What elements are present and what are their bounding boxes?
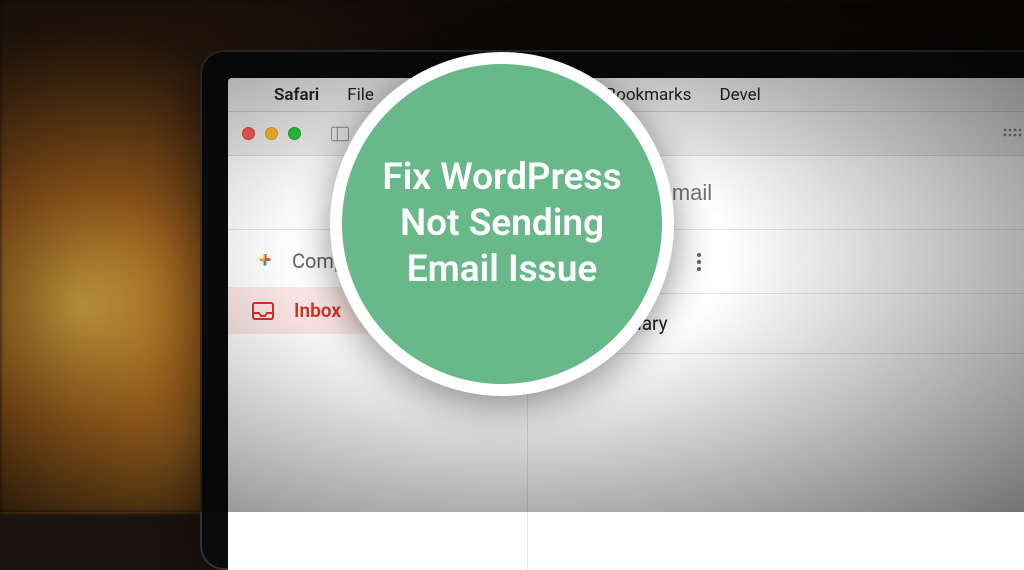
apps-grid-icon[interactable] bbox=[1002, 127, 1022, 141]
sidebar-item-label: Inbox bbox=[294, 299, 341, 322]
menubar-item-file[interactable]: File bbox=[347, 85, 374, 105]
sidebar-toggle-icon[interactable] bbox=[331, 125, 349, 143]
close-icon[interactable] bbox=[242, 127, 255, 140]
menubar-item-develop[interactable]: Devel bbox=[719, 85, 760, 105]
menubar-app-name[interactable]: Safari bbox=[274, 85, 319, 105]
overlay-title-badge: Fix WordPress Not Sending Email Issue bbox=[330, 52, 674, 396]
minimize-icon[interactable] bbox=[265, 127, 278, 140]
more-menu-icon[interactable] bbox=[696, 252, 702, 272]
zoom-icon[interactable] bbox=[288, 127, 301, 140]
plus-icon: + bbox=[252, 248, 278, 273]
overlay-title-text: Fix WordPress Not Sending Email Issue bbox=[374, 155, 630, 294]
inbox-icon bbox=[252, 302, 274, 320]
traffic-lights bbox=[242, 127, 301, 140]
